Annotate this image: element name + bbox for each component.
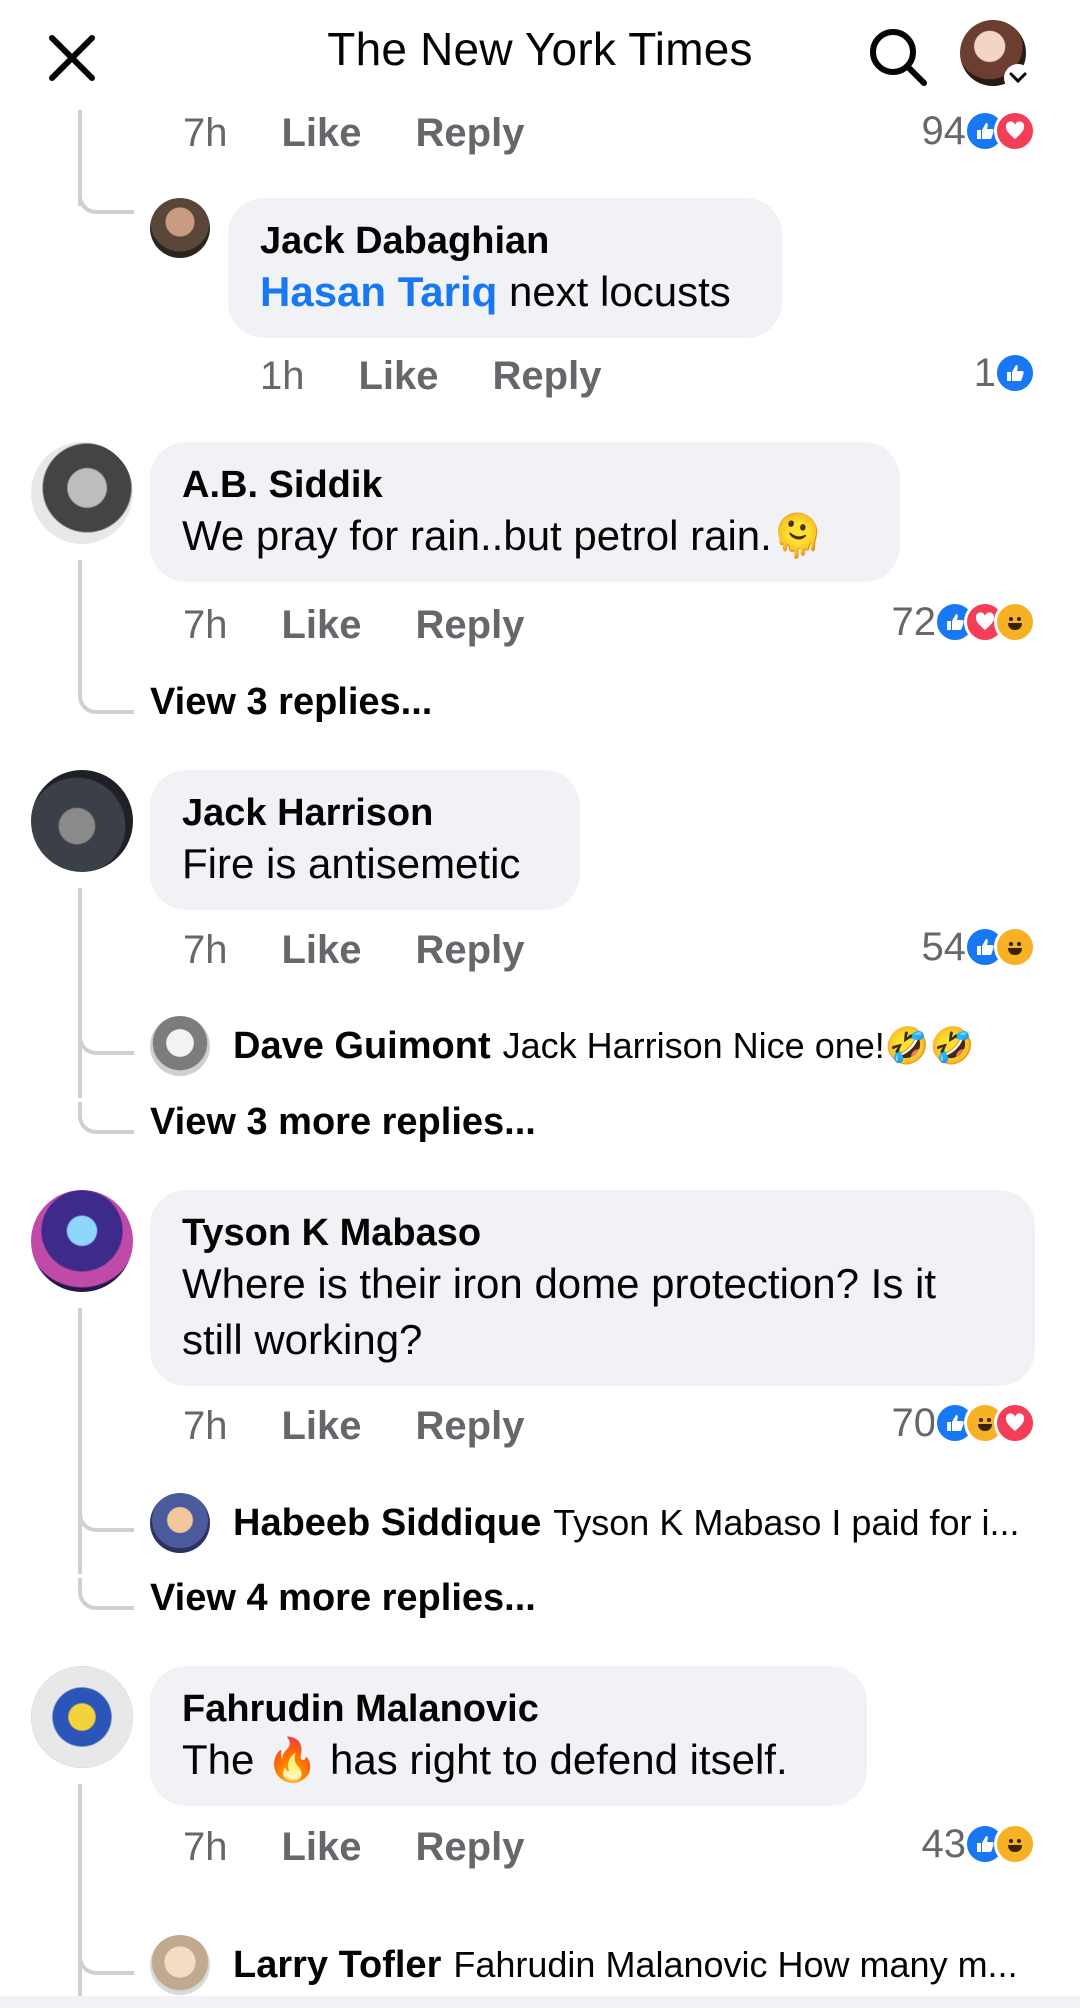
reply-preview[interactable]: Habeeb Siddique Tyson K Mabaso I paid fo…: [233, 1495, 1038, 1551]
comment-bubble: Fahrudin Malanovic The 🔥 has right to de…: [150, 1666, 867, 1806]
haha-reaction-icon: [994, 926, 1036, 968]
avatar[interactable]: [31, 442, 133, 544]
comment-time: 7h: [183, 927, 228, 972]
reaction-summary[interactable]: 72: [891, 597, 1036, 647]
thread-connector: [78, 1500, 134, 1532]
reply-preview[interactable]: Larry Tofler Fahrudin Malanovic How many…: [233, 1937, 1038, 1993]
reaction-summary[interactable]: 1: [974, 348, 1036, 398]
commenter-name[interactable]: Tyson K Mabaso: [182, 1210, 1003, 1256]
comment-text: The 🔥 has right to defend itself.: [182, 1732, 835, 1788]
bottom-edge: [0, 1996, 1080, 2008]
reply-text: Jack Harrison Nice one!🤣🤣: [502, 1025, 975, 1066]
comment-bubble: A.B. Siddik We pray for rain..but petrol…: [150, 442, 900, 582]
view-replies-link[interactable]: View 3 replies...: [150, 681, 432, 724]
comment-text: We pray for rain..but petrol rain.🫠: [182, 512, 825, 559]
reaction-count: 54: [921, 924, 967, 969]
comment-bubble: Tyson K Mabaso Where is their iron dome …: [150, 1190, 1035, 1386]
like-button[interactable]: Like: [282, 1404, 362, 1449]
comment-text-part: The: [182, 1736, 267, 1783]
mention-link[interactable]: Hasan Tariq: [260, 268, 497, 315]
comment-body: next locusts: [497, 268, 731, 315]
profile-avatar[interactable]: [960, 20, 1032, 92]
top-bar: The New York Times: [0, 0, 1080, 110]
like-reaction-icon: [994, 352, 1036, 394]
thread-connector: [78, 1943, 134, 1975]
reply-button[interactable]: Reply: [416, 928, 525, 973]
reply-preview[interactable]: Dave Guimont Jack Harrison Nice one!🤣🤣: [233, 1018, 1033, 1074]
thread-line: [78, 1308, 82, 1574]
comment-bubble: Jack Harrison Fire is antisemetic: [150, 770, 580, 910]
commenter-name[interactable]: Fahrudin Malanovic: [182, 1686, 835, 1732]
avatar[interactable]: [150, 1016, 210, 1076]
comment-text: Where is their iron dome protection? Is …: [182, 1260, 936, 1363]
thread-connector: [78, 182, 134, 214]
reaction-count: 1: [973, 350, 996, 395]
like-button[interactable]: Like: [282, 603, 362, 648]
thread-connector: [78, 1102, 134, 1134]
view-replies-link[interactable]: View 4 more replies...: [150, 1577, 536, 1620]
chevron-down-icon: [1004, 64, 1032, 92]
comment-actions: 7h Like Reply: [183, 925, 578, 975]
comment-actions: 7h Like Reply: [183, 108, 578, 158]
thread-line: [78, 560, 82, 682]
avatar[interactable]: [31, 770, 133, 872]
thread-connector: [78, 1023, 134, 1055]
avatar[interactable]: [150, 1935, 210, 1995]
commenter-name[interactable]: Jack Harrison: [182, 790, 548, 836]
reaction-count: 94: [921, 108, 967, 153]
reply-author[interactable]: Larry Tofler: [233, 1944, 441, 1987]
comment-actions: 7h Like Reply: [183, 600, 578, 650]
reaction-count: 70: [891, 1400, 937, 1445]
love-reaction-icon: [994, 1402, 1036, 1444]
like-button[interactable]: Like: [282, 928, 362, 973]
thread-connector: [78, 1578, 134, 1610]
comment-time: 7h: [183, 1403, 228, 1448]
reply-button[interactable]: Reply: [493, 354, 602, 399]
comment-actions: 7h Like Reply: [183, 1401, 578, 1451]
reply-button[interactable]: Reply: [416, 603, 525, 648]
reply-button[interactable]: Reply: [416, 1404, 525, 1449]
reaction-count: 43: [921, 1821, 967, 1866]
avatar[interactable]: [150, 198, 210, 258]
reply-button[interactable]: Reply: [416, 1825, 525, 1870]
comment-time: 1h: [260, 353, 305, 398]
reaction-summary[interactable]: 54: [921, 922, 1036, 972]
comment-text: Fire is antisemetic: [182, 840, 521, 887]
reply-text: Tyson K Mabaso I paid for i...: [553, 1502, 1020, 1543]
like-button[interactable]: Like: [282, 111, 362, 156]
haha-reaction-icon: [994, 601, 1036, 643]
love-reaction-icon: [994, 110, 1036, 152]
commenter-name[interactable]: A.B. Siddik: [182, 462, 868, 508]
reply-button[interactable]: Reply: [416, 111, 525, 156]
commenter-name[interactable]: Jack Dabaghian: [260, 218, 750, 264]
avatar[interactable]: [31, 1190, 133, 1292]
reaction-summary[interactable]: 43: [921, 1819, 1036, 1869]
like-button[interactable]: Like: [359, 354, 439, 399]
reply-author[interactable]: Habeeb Siddique: [233, 1502, 541, 1545]
thread-line: [78, 888, 82, 1098]
reaction-summary[interactable]: 94: [921, 106, 1036, 156]
search-icon[interactable]: [866, 25, 930, 89]
comment-time: 7h: [183, 602, 228, 647]
haha-reaction-icon: [994, 1823, 1036, 1865]
thread-connector: [78, 682, 134, 714]
reply-bubble: Jack Dabaghian Hasan Tariq next locusts: [228, 198, 782, 338]
reply-text: Fahrudin Malanovic How many m...: [453, 1944, 1018, 1985]
comment-time: 7h: [183, 1824, 228, 1869]
reaction-summary[interactable]: 70: [891, 1398, 1036, 1448]
comment-text-part: has right to defend itself.: [318, 1736, 788, 1783]
fire-emoji: 🔥: [266, 1736, 319, 1783]
comment-text: Hasan Tariq next locusts: [260, 264, 750, 320]
like-button[interactable]: Like: [282, 1825, 362, 1870]
comment-actions: 7h Like Reply: [183, 1822, 578, 1872]
reply-author[interactable]: Dave Guimont: [233, 1025, 491, 1068]
avatar[interactable]: [150, 1493, 210, 1553]
view-replies-link[interactable]: View 3 more replies...: [150, 1101, 536, 1144]
avatar[interactable]: [31, 1666, 133, 1768]
comment-time: 7h: [183, 110, 228, 155]
reaction-count: 72: [891, 599, 937, 644]
comment-actions: 1h Like Reply: [260, 351, 655, 401]
